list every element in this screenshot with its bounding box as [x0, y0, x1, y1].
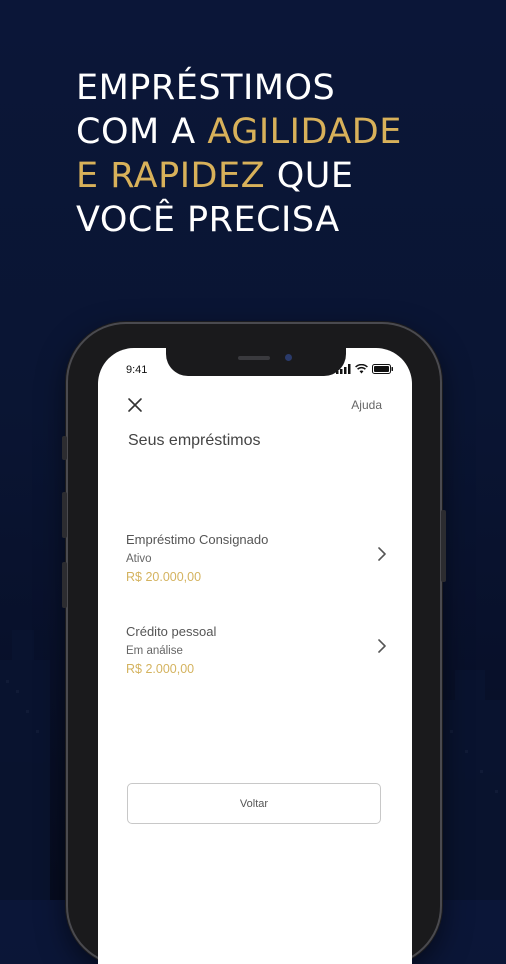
loan-status: Em análise	[126, 645, 183, 657]
back-button[interactable]: Voltar	[127, 783, 381, 824]
headline-line-4: VOCÊ PRECISA	[76, 200, 340, 240]
loan-status: Ativo	[126, 553, 152, 565]
close-icon[interactable]	[126, 396, 144, 414]
chevron-right-icon	[378, 639, 386, 653]
page-title: Seus empréstimos	[128, 432, 261, 449]
front-camera	[285, 354, 292, 361]
help-link[interactable]: Ajuda	[351, 398, 382, 412]
loan-name: Empréstimo Consignado	[126, 532, 269, 547]
loan-amount: R$ 20.000,00	[126, 570, 202, 584]
promo-headline: EMPRÉSTIMOS COM A AGILIDADE E RAPIDEZ QU…	[76, 66, 402, 242]
loan-amount: R$ 2.000,00	[126, 662, 195, 676]
headline-line-3-suffix: QUE	[265, 156, 354, 196]
headline-line-2: COM A AGILIDADE	[76, 110, 402, 154]
phone-power-button	[441, 510, 446, 582]
loan-item-credito-pessoal[interactable]: Crédito pessoal Em análise R$ 2.000,00	[126, 624, 388, 694]
phone-mute-switch	[62, 436, 67, 460]
headline-highlight-agilidade: AGILIDADE	[207, 112, 402, 152]
loan-name: Crédito pessoal	[126, 624, 217, 639]
wifi-icon	[355, 364, 368, 374]
speaker-grille	[238, 356, 270, 360]
status-icons	[336, 364, 394, 374]
phone-notch	[166, 348, 346, 376]
phone-volume-down	[62, 562, 67, 608]
headline-line-1: EMPRÉSTIMOS	[76, 68, 336, 108]
headline-highlight-rapidez: E RAPIDEZ	[76, 156, 266, 196]
headline-line-3: E RAPIDEZ QUE	[76, 154, 402, 198]
phone-screen: 9:41 Ajuda Seus empréstimos Empréstimo C…	[98, 348, 412, 964]
phone-mockup: 9:41 Ajuda Seus empréstimos Empréstimo C…	[62, 324, 446, 964]
loan-item-consignado[interactable]: Empréstimo Consignado Ativo R$ 20.000,00	[126, 532, 388, 602]
signal-icon	[336, 364, 351, 374]
chevron-right-icon	[378, 547, 386, 561]
battery-icon	[372, 364, 393, 374]
phone-volume-up	[62, 492, 67, 538]
headline-line-2-prefix: COM A	[76, 112, 208, 152]
status-time: 9:41	[126, 364, 148, 376]
